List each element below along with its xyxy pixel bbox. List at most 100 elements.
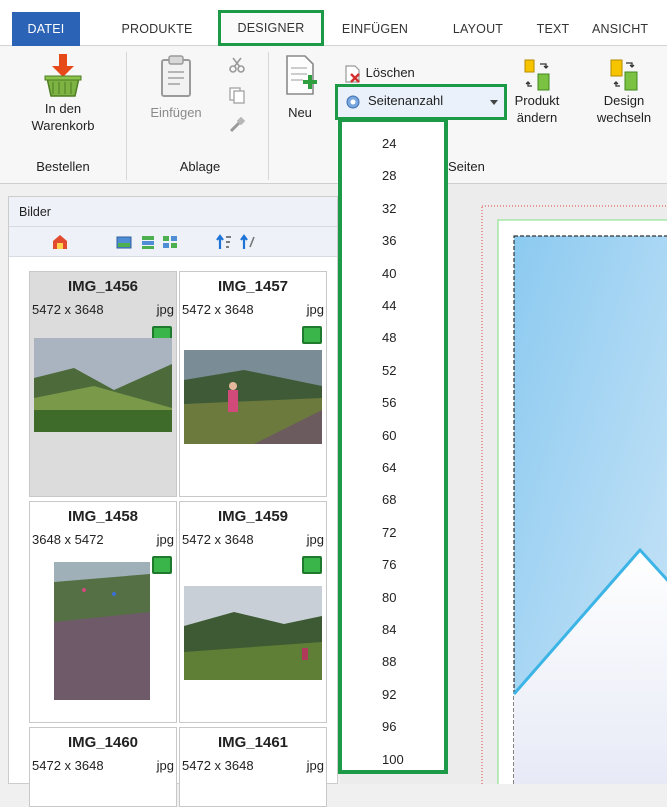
- tab-layout[interactable]: LAYOUT: [446, 12, 510, 46]
- page-count-option[interactable]: 72: [382, 525, 396, 540]
- tab-einfuegen[interactable]: EINFÜGEN: [334, 12, 416, 46]
- image-dimensions: 5472 x 3648: [182, 302, 254, 317]
- change-product-label-2: ändern: [516, 110, 558, 125]
- delete-page-icon: [345, 64, 360, 83]
- delete-page-label: Löschen: [365, 65, 415, 80]
- import-images-icon[interactable]: [51, 233, 69, 251]
- image-name: IMG_1459: [217, 508, 289, 525]
- image-name: IMG_1460: [67, 734, 139, 751]
- page-count-option[interactable]: 28: [382, 168, 396, 183]
- images-panel-toolbar: [9, 227, 337, 257]
- change-design-button[interactable]: Design wechseln: [586, 58, 662, 126]
- group-label-bestellen: Bestellen: [36, 159, 90, 174]
- image-name: IMG_1458: [67, 508, 139, 525]
- image-thumbnail: [184, 586, 322, 680]
- ribbon: In den Warenkorb Bestellen Einfügen Abla…: [0, 46, 667, 184]
- image-thumbnail: [34, 338, 172, 432]
- format-painter-icon[interactable]: [228, 116, 246, 134]
- page-count-options: 24 28 32 36 40 44 48 52 56 60 64 68 72 76 80 84 88 92 96 10…: [338, 118, 448, 774]
- add-to-cart-label-1: In den: [44, 101, 82, 116]
- page-count-option[interactable]: 88: [382, 654, 396, 669]
- images-panel-title: Bilder: [9, 197, 337, 227]
- page-count-dropdown[interactable]: Seitenanzahl: [335, 84, 507, 120]
- page-count-option[interactable]: 40: [382, 266, 396, 281]
- ribbon-tab-bar: DATEI PRODUKTE DESIGNER EINFÜGEN LAYOUT …: [0, 0, 667, 46]
- image-card[interactable]: IMG_1458 3648 x 5472 jpg: [29, 501, 177, 723]
- image-extension: jpg: [156, 532, 174, 547]
- new-page-button[interactable]: Neu: [280, 52, 320, 121]
- page-count-option[interactable]: 100: [382, 752, 404, 767]
- page-count-option[interactable]: 64: [382, 460, 396, 475]
- tab-ansicht[interactable]: ANSICHT: [592, 12, 667, 46]
- image-extension: jpg: [156, 758, 174, 773]
- images-panel: Bilder IMG_1456 5472 x 3648 jpg IMG_1457…: [8, 196, 338, 807]
- group-label-ablage: Ablage: [179, 159, 221, 174]
- shopping-basket-icon: [44, 54, 82, 97]
- change-product-button[interactable]: Produkt ändern: [508, 58, 566, 126]
- page-count-option[interactable]: 68: [382, 492, 396, 507]
- change-product-label-1: Produkt: [514, 93, 560, 108]
- page-count-option[interactable]: 56: [382, 395, 396, 410]
- page-count-option[interactable]: 24: [382, 136, 396, 151]
- image-card[interactable]: IMG_1459 5472 x 3648 jpg: [179, 501, 327, 723]
- image-thumbnail: [184, 350, 322, 444]
- image-card[interactable]: IMG_1457 5472 x 3648 jpg: [179, 271, 327, 497]
- image-extension: jpg: [156, 302, 174, 317]
- group-separator: [126, 52, 127, 180]
- image-used-indicator: [302, 326, 322, 344]
- page-count-option[interactable]: 96: [382, 719, 396, 734]
- chevron-down-icon: [490, 100, 498, 105]
- paste-button[interactable]: Einfügen: [140, 52, 212, 121]
- image-dimensions: 5472 x 3648: [182, 758, 254, 773]
- tab-designer[interactable]: DESIGNER: [218, 10, 324, 46]
- image-card[interactable]: IMG_1461 5472 x 3648 jpg: [179, 727, 327, 807]
- page-count-option[interactable]: 48: [382, 330, 396, 345]
- image-card[interactable]: IMG_1456 5472 x 3648 jpg: [29, 271, 177, 497]
- page-count-icon: [346, 95, 360, 109]
- new-page-label: Neu: [288, 105, 312, 120]
- delete-page-button[interactable]: Löschen: [344, 62, 454, 84]
- sort-ascending-icon[interactable]: [215, 233, 233, 251]
- page-count-option[interactable]: 92: [382, 687, 396, 702]
- page-count-option[interactable]: 80: [382, 590, 396, 605]
- image-card[interactable]: IMG_1460 5472 x 3648 jpg: [29, 727, 177, 807]
- tab-datei[interactable]: DATEI: [12, 12, 80, 46]
- new-page-icon: [286, 55, 317, 95]
- scissors-icon[interactable]: [228, 56, 246, 74]
- image-name: IMG_1457: [217, 278, 289, 295]
- page-count-option[interactable]: 32: [382, 201, 396, 216]
- change-design-icon: [610, 59, 638, 91]
- page-count-label: Seitenanzahl: [368, 93, 444, 108]
- change-design-label-1: Design: [603, 93, 645, 108]
- page-count-option[interactable]: 60: [382, 428, 396, 443]
- paste-label: Einfügen: [150, 105, 202, 120]
- add-to-cart-button[interactable]: In den Warenkorb: [16, 52, 110, 134]
- image-name: IMG_1456: [67, 278, 139, 295]
- group-label-seiten: Seiten: [448, 159, 485, 174]
- grid-view-icon[interactable]: [161, 233, 179, 251]
- change-product-icon: [524, 59, 550, 91]
- image-dimensions: 3648 x 5472: [32, 532, 104, 547]
- image-dimensions: 5472 x 3648: [182, 532, 254, 547]
- image-name: IMG_1461: [217, 734, 289, 751]
- large-thumbnails-icon[interactable]: [115, 233, 133, 251]
- page-count-option[interactable]: 36: [382, 233, 396, 248]
- image-extension: jpg: [306, 302, 324, 317]
- change-design-label-2: wechseln: [596, 110, 652, 125]
- image-dimensions: 5472 x 3648: [32, 758, 104, 773]
- list-view-icon[interactable]: [139, 233, 157, 251]
- group-separator: [268, 52, 269, 180]
- tab-produkte[interactable]: PRODUKTE: [108, 12, 206, 46]
- image-used-indicator: [152, 556, 172, 574]
- image-thumbnail: [54, 562, 150, 700]
- page-count-option[interactable]: 52: [382, 363, 396, 378]
- tab-text[interactable]: TEXT: [530, 12, 576, 46]
- page-count-option[interactable]: 84: [382, 622, 396, 637]
- sort-date-icon[interactable]: [239, 233, 257, 251]
- page-count-option[interactable]: 44: [382, 298, 396, 313]
- page-count-option[interactable]: 76: [382, 557, 396, 572]
- image-dimensions: 5472 x 3648: [32, 302, 104, 317]
- add-to-cart-label-2: Warenkorb: [31, 118, 95, 133]
- clipboard-icon: [161, 55, 191, 97]
- copy-icon[interactable]: [228, 86, 246, 104]
